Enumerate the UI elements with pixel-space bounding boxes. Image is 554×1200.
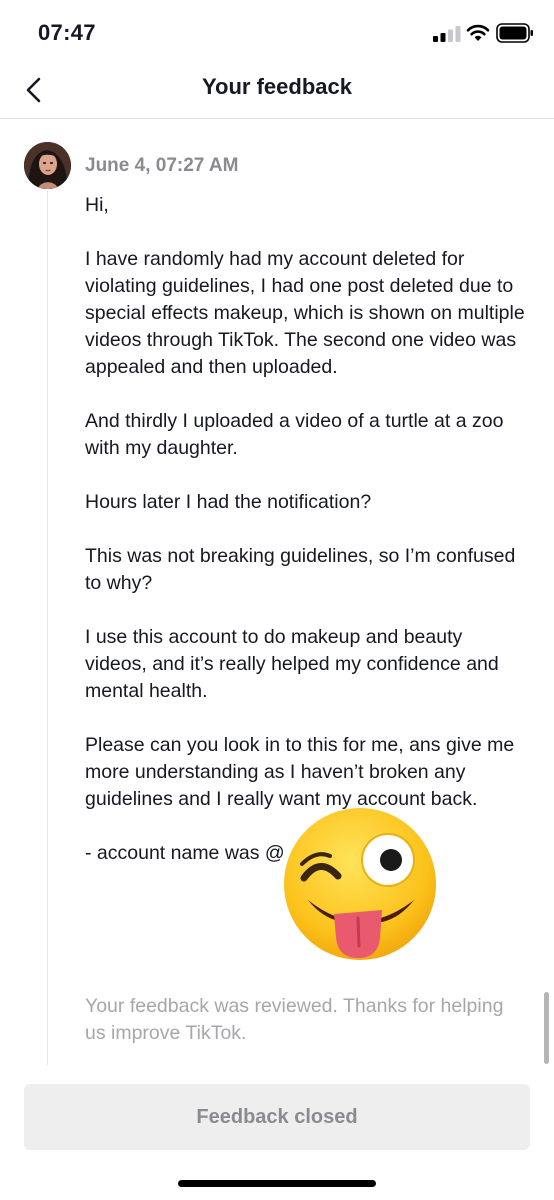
message-paragraph: And thirdly I uploaded a video of a turt… [85,410,504,459]
message-paragraph: Please can you look in to this for me, a… [85,734,515,810]
status-bar: 07:47 [0,0,554,64]
battery-icon [496,23,533,43]
wifi-icon [466,24,490,41]
scrollbar[interactable] [544,992,549,1064]
signal-icon [433,26,461,42]
avatar-image [24,142,71,189]
message-paragraph: I have randomly had my account deleted f… [85,248,525,378]
message-paragraph: Hours later I had the notification? [85,491,372,513]
feedback-closed-bar: Feedback closed [24,1084,530,1150]
message-date: June 4, 07:27 AM [85,155,239,176]
message-paragraph: This was not breaking guidelines, so I’m… [85,545,516,594]
avatar [24,142,71,189]
page-title: Your feedback [202,74,352,99]
message-body: Hi, I have randomly had my account delet… [85,192,525,867]
thread-line [47,190,48,1065]
header: Your feedback [0,64,554,119]
reviewed-note: Your feedback was reviewed. Thanks for h… [85,995,504,1044]
winking-tongue-emoji [284,808,436,960]
message-paragraph: I use this account to do makeup and beau… [85,626,499,702]
status-time: 07:47 [38,20,96,45]
home-indicator[interactable] [178,1180,376,1187]
message-paragraph: Hi, [85,194,109,216]
